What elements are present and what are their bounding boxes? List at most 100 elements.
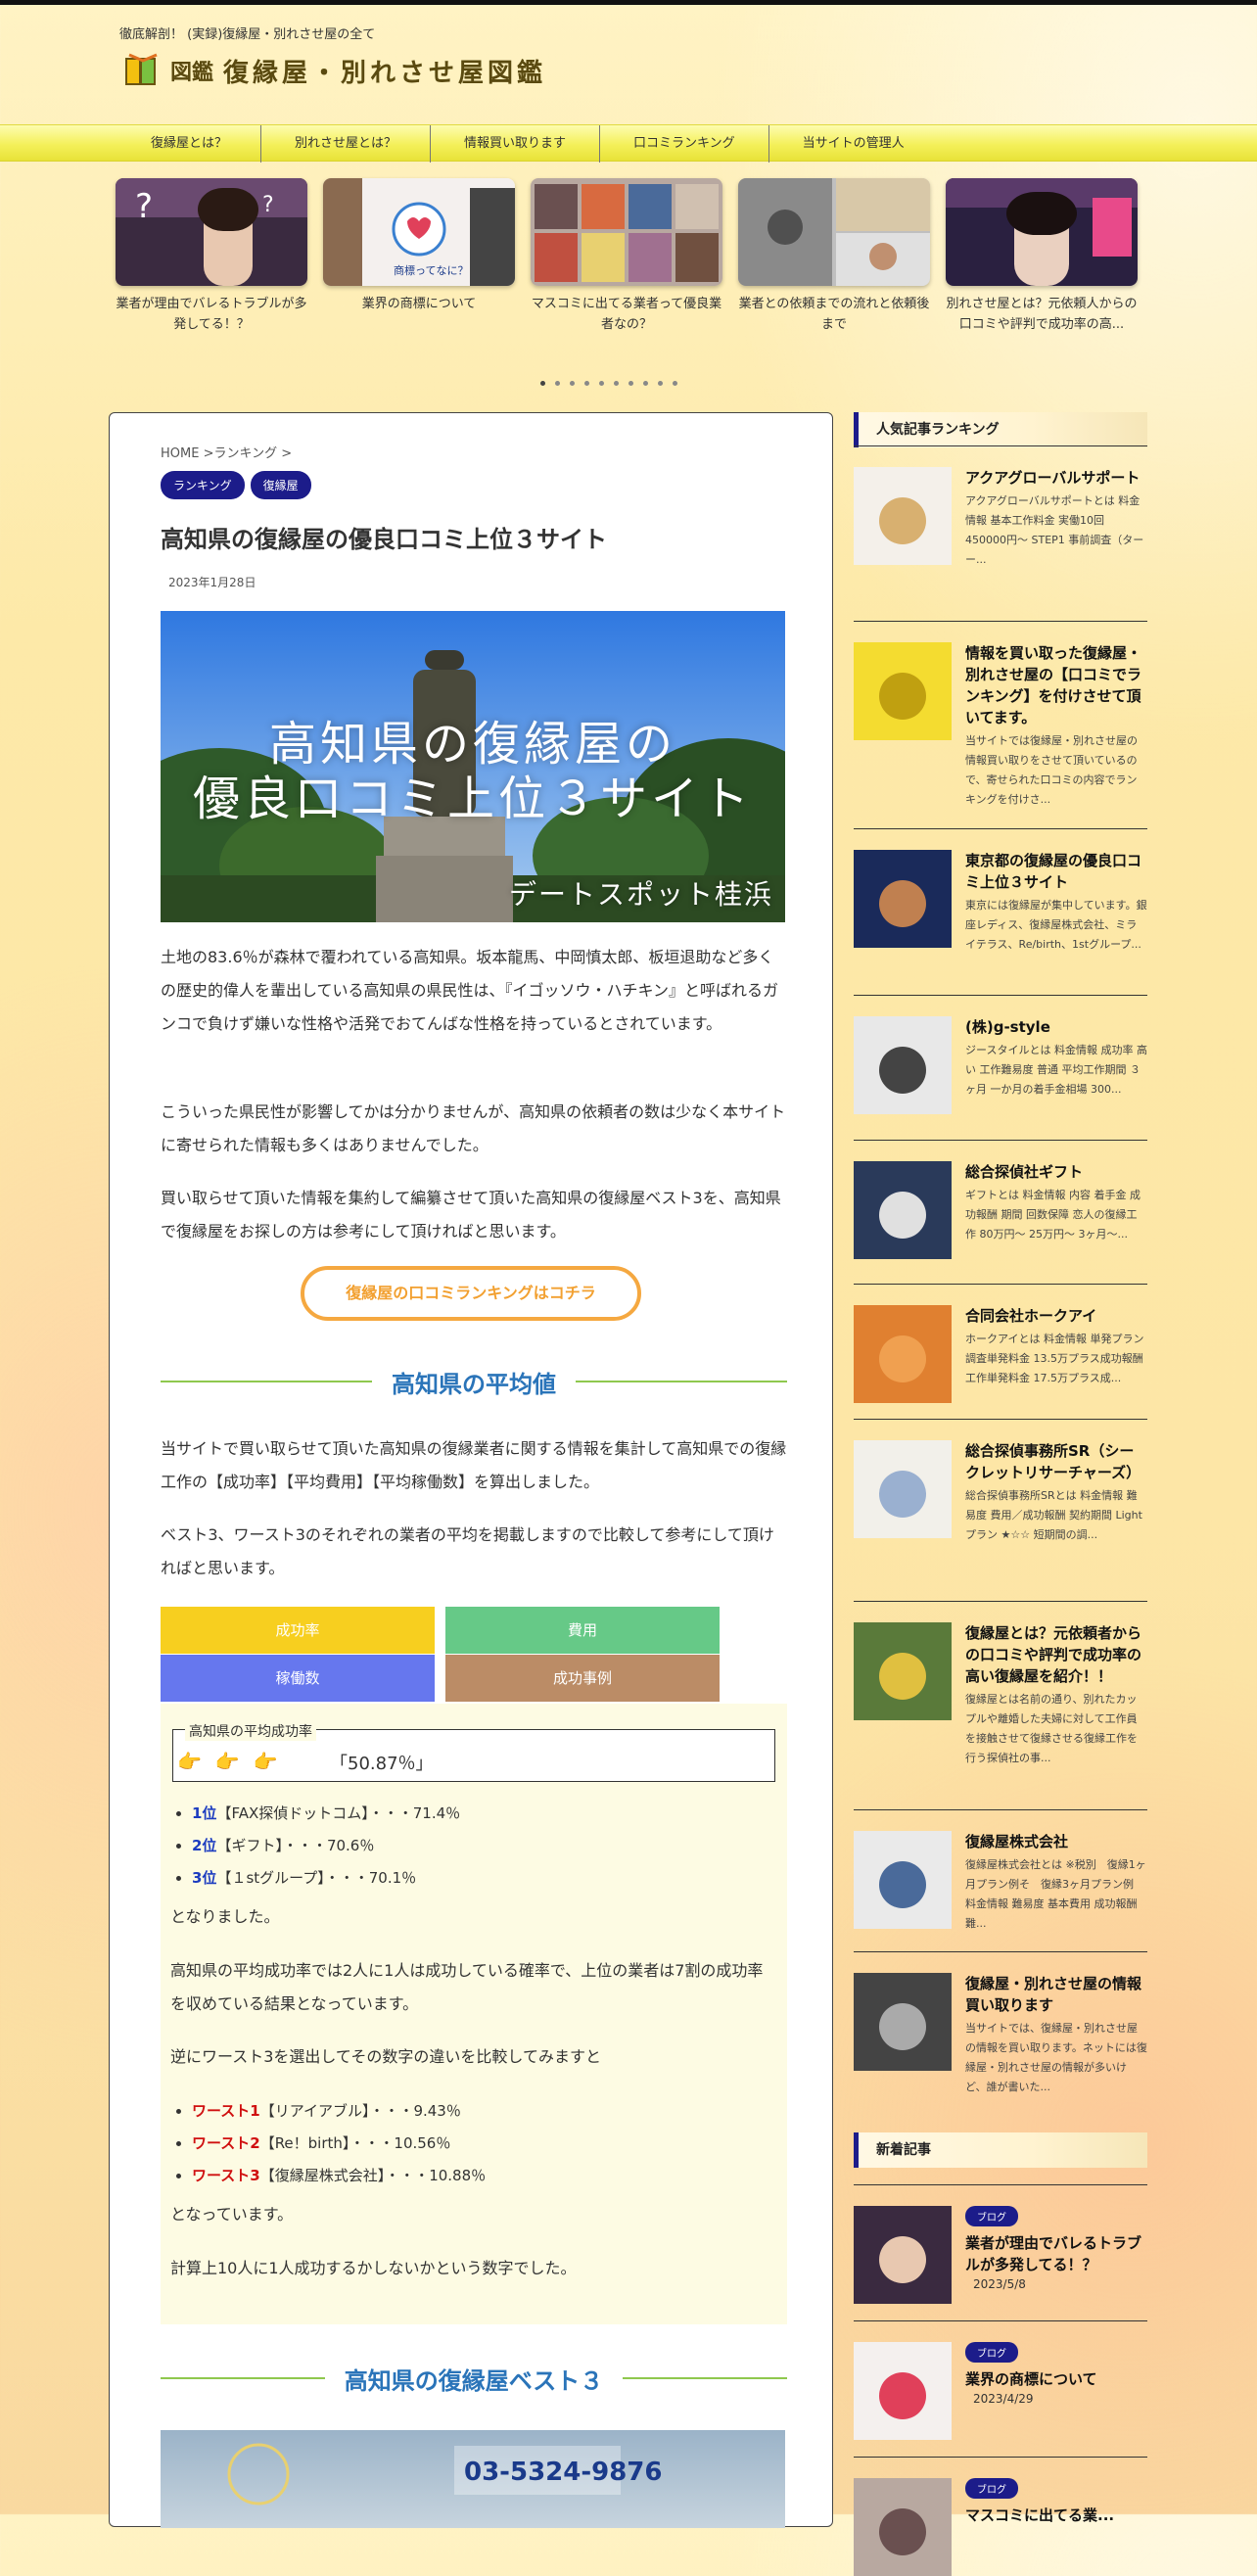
rank-text: 【１stグループ】・・・70.1％ — [216, 1869, 417, 1887]
popular-article-item[interactable]: 東京都の復縁屋の優良口コミ上位３サイト 東京には復縁屋が集中しています。銀座レディ… — [854, 828, 1147, 955]
intro-paragraph: 土地の83.6％が森林で覆われている高知県。坂本龍馬、中岡慎太郎、板垣退助など多… — [161, 948, 779, 1033]
list-item: 3位【１stグループ】・・・70.1％ — [192, 1862, 460, 1895]
new-post-tag[interactable]: ブログ — [965, 2342, 1018, 2363]
popular-article-item[interactable]: アクアグローバルサポートアクアグローバルサポートとは 料金情報 基本工作料金 実… — [854, 445, 1147, 570]
tab-success-rate[interactable]: 成功率 — [161, 1607, 435, 1654]
nav-item-ranking[interactable]: 口コミランキング — [600, 125, 769, 163]
popular-article-title[interactable]: 総合探偵事務所SR（シークレットリサーチャーズ） — [965, 1440, 1147, 1483]
new-post-title[interactable]: 業者が理由でバレるトラブルが多発してる！？ — [965, 2232, 1147, 2275]
carousel-dot[interactable] — [628, 381, 633, 386]
average-paragraph: ベスト3、ワースト3のそれぞれの業者の平均を掲載しますので比較して参考にして頂け… — [161, 1525, 774, 1577]
nav-item-admin[interactable]: 当サイトの管理人 — [769, 125, 938, 163]
popular-article-body: (株)g-style ジースタイルとは 料金情報 成功率 高い 工作難易度 普通 … — [965, 1016, 1147, 1114]
rank-label: 1位 — [192, 1804, 217, 1822]
page-title: 高知県の復縁屋の優良口コミ上位３サイト — [161, 526, 607, 553]
popular-article-title[interactable]: (株)g-style — [965, 1016, 1147, 1038]
category-tag[interactable]: ランキング — [161, 471, 245, 499]
tab-success-cases[interactable]: 成功事例 — [445, 1655, 720, 1702]
new-post-body: ブログ 業界の商標について 2023/4/29 — [965, 2342, 1147, 2440]
average-success-legend: 高知県の平均成功率 — [185, 1721, 316, 1741]
logo-title: 復縁屋・別れさせ屋図鑑 — [223, 58, 547, 88]
article-thumbnail — [854, 1973, 952, 2071]
site-tagline: 徹底解剖！ (実録)復縁屋・別れさせ屋の全て — [119, 27, 376, 42]
carousel-dot[interactable] — [599, 381, 604, 386]
popular-article-excerpt: アクアグローバルサポートとは 料金情報 基本工作料金 実働10回 450000円… — [965, 494, 1144, 566]
fax-tantei-banner[interactable]: 03-5324-9876 — [161, 2430, 785, 2528]
carousel-card[interactable]: 商標ってなに？ 業界の商標について — [323, 178, 515, 335]
new-post-title[interactable]: 業界の商標について — [965, 2368, 1147, 2390]
list-item: 2位【ギフト】・・・70.6％ — [192, 1830, 460, 1862]
new-post-tag[interactable]: ブログ — [965, 2478, 1018, 2499]
popular-article-item[interactable]: 情報を買い取った復縁屋・別れさせ屋の【口コミでランキング】を付けさせて頂いてます… — [854, 621, 1147, 810]
tab-cost[interactable]: 費用 — [445, 1607, 720, 1654]
popular-article-item[interactable]: 合同会社ホークアイホークアイとは 料金情報 単発プラン 調査単発料金 13.5万… — [854, 1284, 1147, 1403]
post-date: 2023年1月28日 — [168, 576, 256, 589]
popular-article-item[interactable]: (株)g-style ジースタイルとは 料金情報 成功率 高い 工作難易度 普通 … — [854, 995, 1147, 1114]
popular-article-title[interactable]: 合同会社ホークアイ — [965, 1305, 1147, 1327]
popular-article-body: アクアグローバルサポートアクアグローバルサポートとは 料金情報 基本工作料金 実… — [965, 467, 1147, 570]
popular-article-title[interactable]: 復縁屋・別れさせ屋の情報買い取ります — [965, 1973, 1147, 2016]
carousel-dot[interactable] — [643, 381, 648, 386]
popular-article-title[interactable]: 復縁屋株式会社 — [965, 1831, 1147, 1852]
carousel-caption: マスコミに出てる業者って優良業者なの？ — [531, 297, 722, 332]
pointing-hand-icon: 👉👉👉 — [177, 1750, 292, 1773]
nav-item-fukuenya[interactable]: 復縁屋とは？ — [117, 125, 262, 163]
breadcrumb[interactable]: HOME >ランキング > — [161, 443, 292, 461]
tab-operations[interactable]: 稼働数 — [161, 1655, 435, 1702]
new-post-item[interactable]: ブログ 業界の商標について 2023/4/29 — [854, 2320, 1147, 2440]
carousel-caption: 別れさせ屋とは？元依頼人からの口コミや評判で成功率の高... — [946, 297, 1138, 332]
popular-article-body: 復縁屋・別れさせ屋の情報買い取ります当サイトでは、復縁屋・別れさせ屋の情報を買い… — [965, 1973, 1147, 2097]
popular-article-item[interactable]: 復縁屋株式会社 復縁屋株式会社とは ※税別 復縁1ヶ月プラン例そ 復縁3ヶ月プラン… — [854, 1809, 1147, 1934]
carousel-dot[interactable] — [555, 381, 560, 386]
carousel-dot[interactable] — [614, 381, 619, 386]
popular-article-excerpt: ホークアイとは 料金情報 単発プラン 調査単発料金 13.5万プラス成功報酬 工… — [965, 1333, 1144, 1384]
carousel-card[interactable]: 業者との依頼までの流れと依頼後まで — [738, 178, 930, 335]
panel-paragraph: となりました。 — [170, 1907, 280, 1926]
popular-article-item[interactable]: 総合探偵事務所SR（シークレットリサーチャーズ） 総合探偵事務所SRとは 料金情報… — [854, 1419, 1147, 1545]
carousel-dot[interactable] — [673, 381, 677, 386]
average-paragraph: 当サイトで買い取らせて頂いた高知県の復縁業者に関する情報を集計して高知県での復縁… — [161, 1439, 787, 1491]
carousel-card[interactable]: マスコミに出てる業者って優良業者なの？ — [531, 178, 722, 335]
carousel-caption: 業者が理由でバレるトラブルが多発してる！？ — [116, 297, 307, 332]
carousel-dot[interactable] — [570, 381, 575, 386]
popular-article-excerpt: 当サイトでは、復縁屋・別れさせ屋の情報を買い取ります。ネットには復縁屋・別れさせ… — [965, 2022, 1147, 2093]
nav-item-info-purchase[interactable]: 情報買い取ります — [431, 125, 601, 163]
rank-text: 【Re！birth】・・・10.56％ — [259, 2134, 451, 2152]
nav-item-wakaresaseya[interactable]: 別れさせ屋とは？ — [261, 125, 432, 163]
carousel-card[interactable]: ?? 業者が理由でバレるトラブルが多発してる！？ — [116, 178, 307, 335]
panel-paragraph: となっています。 — [170, 2205, 294, 2224]
heading-rule — [576, 1381, 787, 1382]
carousel-card[interactable]: 別れさせ屋とは？元依頼人からの口コミや評判で成功率の高... — [946, 178, 1138, 335]
new-post-item[interactable]: ブログマスコミに出てる業... — [854, 2457, 1147, 2576]
popular-article-item[interactable]: 復縁屋・別れさせ屋の情報買い取ります当サイトでは、復縁屋・別れさせ屋の情報を買い… — [854, 1951, 1147, 2097]
new-post-body: ブログマスコミに出てる業... — [965, 2478, 1147, 2576]
popular-article-title[interactable]: 復縁屋とは？元依頼者からの口コミや評判で成功率の高い復縁屋を紹介！！ — [965, 1622, 1147, 1687]
new-post-tag[interactable]: ブログ — [965, 2206, 1018, 2226]
popular-article-item[interactable]: 総合探偵社ギフト ギフトとは 料金情報 内容 着手金 成功報酬 期間 回数保障 恋… — [854, 1140, 1147, 1259]
heading-rule — [161, 2377, 325, 2379]
new-post-item[interactable]: ブログ 業者が理由でバレるトラブルが多発してる！？ 2023/5/8 — [854, 2184, 1147, 2304]
category-tag[interactable]: 復縁屋 — [250, 471, 311, 499]
rank-label: 2位 — [192, 1837, 217, 1854]
popular-article-item[interactable]: 復縁屋とは？元依頼者からの口コミや評判で成功率の高い復縁屋を紹介！！ 復縁屋とは名… — [854, 1601, 1147, 1768]
popular-article-title[interactable]: 情報を買い取った復縁屋・別れさせ屋の【口コミでランキング】を付けさせて頂いてます… — [965, 642, 1147, 728]
new-post-title[interactable]: マスコミに出てる業... — [965, 2505, 1147, 2526]
intro-paragraph: 買い取らせて頂いた情報を集約して編纂させて頂いた高知県の復縁屋ベスト3を、高知県… — [161, 1189, 781, 1241]
popular-article-title[interactable]: アクアグローバルサポート — [965, 467, 1147, 489]
popular-article-title[interactable]: 東京都の復縁屋の優良口コミ上位３サイト — [965, 850, 1147, 893]
top-edge-bar — [0, 0, 1257, 5]
carousel-pagination — [540, 381, 677, 386]
carousel-dot[interactable] — [584, 381, 589, 386]
new-posts-heading: 新着記事 — [854, 2132, 1147, 2168]
rank-label: ワースト3 — [192, 2167, 260, 2184]
sidebar: 人気記事ランキング — [854, 412, 1147, 447]
ranking-cta-button[interactable]: 復縁屋の口コミランキングはコチラ — [301, 1266, 641, 1321]
section-heading-best3: 高知県の復縁屋ベスト３ — [161, 2359, 788, 2398]
popular-article-body: 総合探偵社ギフト ギフトとは 料金情報 内容 着手金 成功報酬 期間 回数保障 恋… — [965, 1161, 1147, 1259]
site-logo[interactable]: 図鑑 復縁屋・別れさせ屋図鑑 — [123, 51, 546, 90]
carousel-dot[interactable] — [540, 381, 545, 386]
popular-article-title[interactable]: 総合探偵社ギフト — [965, 1161, 1147, 1183]
carousel-thumb: ?? — [116, 178, 307, 286]
carousel-dot[interactable] — [658, 381, 663, 386]
success-rate-panel: 高知県の平均成功率 👉👉👉 「50.87％」 1位【FAX探偵ドットコム】・・・… — [161, 1704, 787, 2324]
